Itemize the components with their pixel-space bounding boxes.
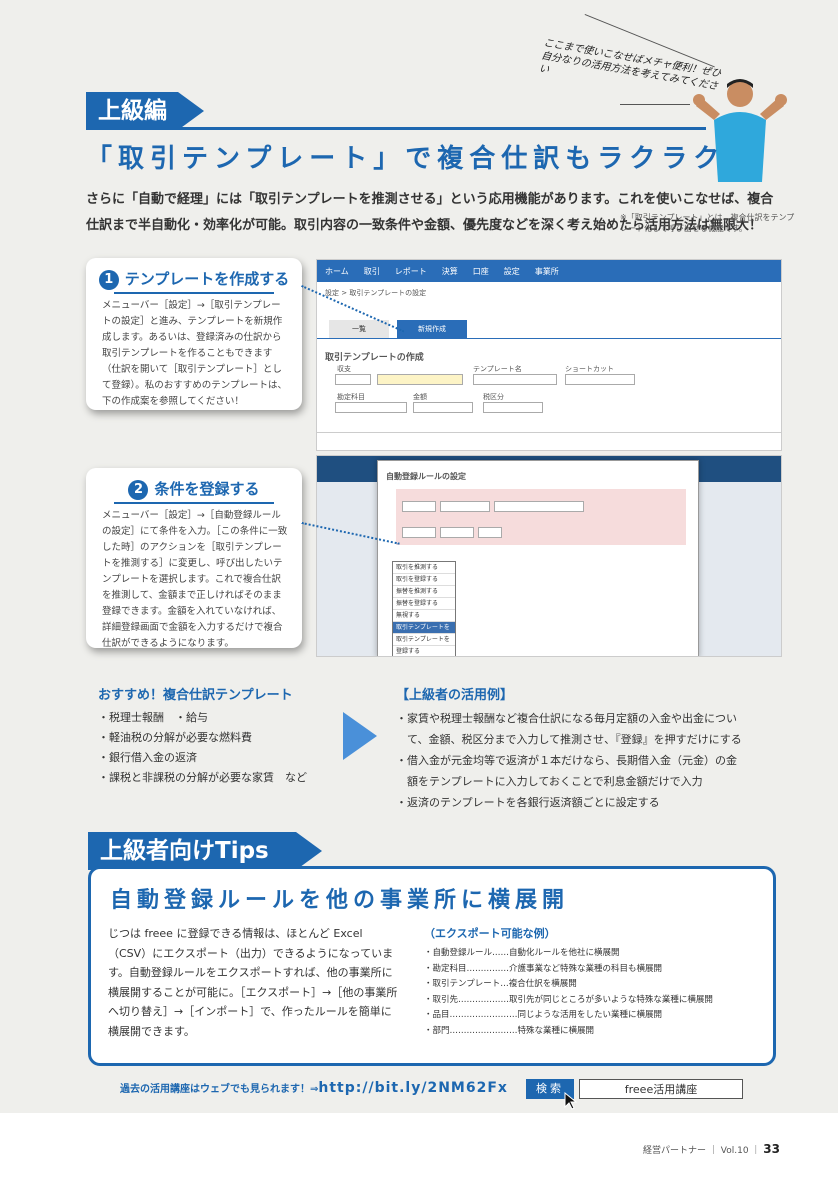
footnote: ※「取引テンプレート」とは、複合仕訳をテンプレート化して呼び出せる機能です。 bbox=[620, 213, 795, 233]
list-item: て、金額、税区分まで入力して推測させ、『登録』を押すだけにする bbox=[396, 733, 742, 746]
section-tag-line bbox=[86, 127, 706, 130]
examples-list: ・自動登録ルール……自動化ルールを他社に横展開 ・勘定科目……………介護事業など… bbox=[424, 946, 713, 1039]
tab-list: 一覧 bbox=[329, 320, 389, 338]
rule-modal: 自動登録ルールの設定 取引を推測する 取引を登録する 振替を推測する 振替を登録… bbox=[377, 460, 699, 656]
magazine-name: 経営パートナー bbox=[643, 1146, 707, 1156]
step2-card: 2 条件を登録する メニューバー［設定］→［自動登録ルールの設定］にて条件を入力。… bbox=[86, 468, 302, 649]
list-item: ・課税と非課税の分解が必要な家賃 など bbox=[98, 771, 307, 784]
breadcrumb: 設定 > 取引テンプレートの設定 bbox=[325, 289, 427, 297]
condition-field bbox=[478, 527, 502, 538]
table-header-line bbox=[317, 432, 781, 433]
action-dropdown: 取引を推測する 取引を登録する 振替を推測する 振替を登録する 無視する 取引テ… bbox=[392, 561, 456, 656]
step2-number: 2 bbox=[128, 480, 149, 500]
field-box bbox=[473, 374, 557, 385]
tips-headline: 自動登録ルールを他の事業所に横展開 bbox=[110, 888, 570, 913]
page-number: 33 bbox=[763, 1142, 780, 1156]
dropdown-option: 取引を推測する bbox=[393, 562, 455, 574]
recommend-title: おすすめ！複合仕訳テンプレート bbox=[98, 688, 293, 703]
list-item: ・軽油税の分解が必要な燃料費 bbox=[98, 731, 252, 744]
rule-screenshot: 自動登録ルールの設定 取引を推測する 取引を登録する 振替を推測する 振替を登録… bbox=[316, 455, 782, 657]
tab-bar-line bbox=[317, 338, 781, 339]
list-item: ・税理士報酬 ・給与 bbox=[98, 711, 208, 724]
list-item: 額をテンプレートに入力しておくことで利息金額だけで入力 bbox=[396, 775, 703, 788]
field-label: 金額 bbox=[413, 393, 427, 401]
list-item: ・取引先………………取引先が同じところが多いような特殊な業種に横展開 bbox=[424, 994, 713, 1005]
list-item: ・勘定科目……………介護事業など特殊な業種の科目も横展開 bbox=[424, 963, 663, 974]
form-title: 取引テンプレートの作成 bbox=[325, 353, 424, 363]
field-label: 税区分 bbox=[483, 393, 504, 401]
modal-title: 自動登録ルールの設定 bbox=[386, 472, 466, 481]
promo-line: 過去の活用講座はウェブでも見られます！⇒http://bit.ly/2NM62F… bbox=[120, 1080, 508, 1096]
arrow-right-icon bbox=[343, 712, 377, 760]
list-item: ・借入金が元金均等で返済が１本だけなら、長期借入金（元金）の金 bbox=[396, 754, 737, 767]
list-item: ・家賃や税理士報酬など複合仕訳になる毎月定額の入金や出金につい bbox=[396, 712, 737, 725]
field-box bbox=[335, 374, 371, 385]
promo-url[interactable]: http://bit.ly/2NM62Fx bbox=[318, 1080, 508, 1096]
field-box bbox=[335, 402, 407, 413]
field-box bbox=[565, 374, 635, 385]
page-headline: 「取引テンプレート」で複合仕訳もラクラク bbox=[86, 144, 726, 174]
advanced-title: 【上級者の活用例】 bbox=[396, 688, 514, 703]
advanced-list: ・家賃や税理士報酬など複合仕訳になる毎月定額の入金や出金につい て、金額、税区分… bbox=[396, 708, 742, 813]
condition-field bbox=[440, 501, 490, 512]
promo-text: 過去の活用講座はウェブでも見られます！⇒ bbox=[120, 1084, 319, 1095]
tips-body: じつは freee に登録できる情報は、ほとんど Excel（CSV）にエクスポ… bbox=[108, 927, 398, 1038]
list-item: ・品目……………………同じような活用をしたい業種に横展開 bbox=[424, 1010, 663, 1020]
condition-field bbox=[494, 501, 584, 512]
volume: Vol.10 bbox=[720, 1146, 749, 1156]
speech-underline bbox=[620, 104, 690, 105]
search-input[interactable]: freee活用講座 bbox=[579, 1079, 743, 1099]
list-item: ・自動登録ルール……自動化ルールを他社に横展開 bbox=[424, 948, 620, 958]
step1-body: メニューバー［設定］→［取引テンプレートの設定］と進み、テンプレートを新規作成し… bbox=[102, 300, 287, 407]
cursor-icon bbox=[564, 1092, 578, 1110]
dropdown-option: 無視する bbox=[393, 610, 455, 622]
step1-card: 1 テンプレートを作成する メニューバー［設定］→［取引テンプレートの設定］と進み… bbox=[86, 258, 302, 410]
dropdown-option: 振替を推測する bbox=[393, 586, 455, 598]
field-label: 収支 bbox=[337, 365, 351, 373]
tab-new: 新規作成 bbox=[397, 320, 467, 338]
step1-title: 1 テンプレートを作成する bbox=[86, 268, 302, 294]
examples-title: （エクスポート可能な例） bbox=[424, 927, 556, 940]
recommend-list: ・税理士報酬 ・給与 ・軽油税の分解が必要な燃料費 ・銀行借入金の返済 ・課税と… bbox=[98, 708, 307, 788]
step1-number: 1 bbox=[98, 270, 119, 290]
list-item: ・部門……………………特殊な業種に横展開 bbox=[424, 1025, 595, 1036]
dropdown-option: 取引テンプレートを登録する bbox=[393, 634, 455, 655]
step2-title: 2 条件を登録する bbox=[86, 478, 302, 504]
field-label: テンプレート名 bbox=[473, 365, 522, 373]
tips-tag: 上級者向けTips bbox=[88, 832, 322, 870]
field-box bbox=[413, 402, 473, 413]
dropdown-option: 取引を登録する bbox=[393, 574, 455, 586]
list-item: ・取引テンプレート…複合仕訳を横展開 bbox=[424, 979, 577, 989]
section-tag: 上級編 bbox=[86, 92, 204, 130]
page-footer: 経営パートナー ｜ Vol.10 ｜ 33 bbox=[643, 1142, 780, 1156]
condition-field bbox=[440, 527, 474, 538]
field-label: ショートカット bbox=[565, 365, 614, 373]
dropdown-option-selected: 取引テンプレートを推測する bbox=[393, 622, 455, 643]
field-box bbox=[377, 374, 463, 385]
condition-field bbox=[402, 527, 436, 538]
freee-navbar: ホーム 取引 レポート 決算 口座 設定 事業所 bbox=[317, 260, 781, 282]
condition-field bbox=[402, 501, 436, 512]
list-item: ・銀行借入金の返済 bbox=[98, 751, 197, 764]
dropdown-option: 振替を登録する bbox=[393, 598, 455, 610]
title-underline bbox=[114, 502, 274, 504]
step2-body: メニューバー［設定］→［自動登録ルールの設定］にて条件を入力。［この条件に一致し… bbox=[102, 510, 288, 649]
template-screenshot: ホーム 取引 レポート 決算 口座 設定 事業所 設定 > 取引テンプレートの設定 一覧 新… bbox=[316, 259, 782, 451]
field-label: 勘定科目 bbox=[337, 393, 365, 401]
list-item: ・返済のテンプレートを各銀行返済額ごとに設定する bbox=[396, 796, 660, 809]
field-box bbox=[483, 402, 543, 413]
title-underline bbox=[114, 292, 274, 294]
